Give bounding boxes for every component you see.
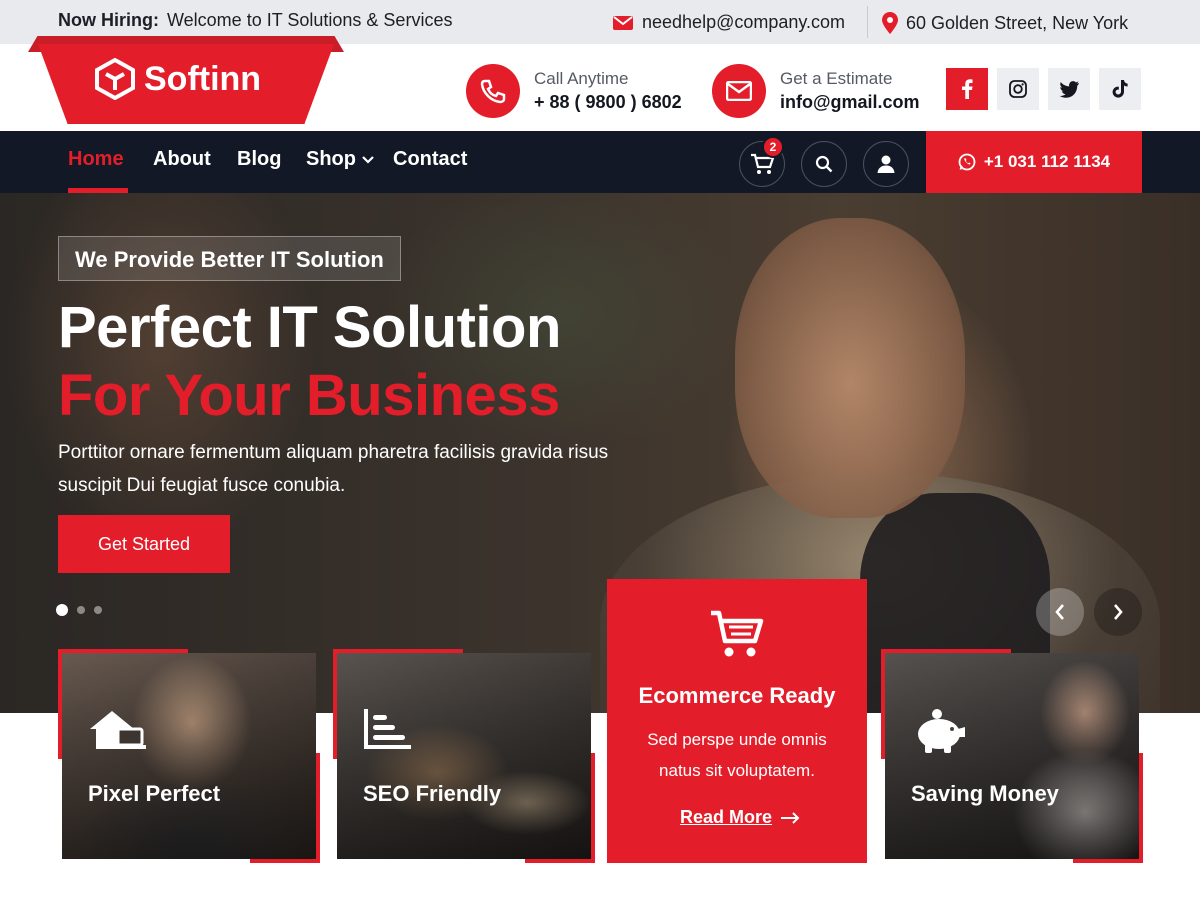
topbar-email-text: needhelp@company.com: [642, 12, 846, 32]
read-more-link[interactable]: Read More: [680, 807, 800, 828]
cart-button[interactable]: 2: [739, 136, 785, 187]
slider-dot-1[interactable]: [56, 604, 68, 616]
card-photo: [885, 653, 1139, 859]
house-devices-icon: [90, 711, 146, 749]
envelope-icon: [712, 64, 766, 118]
card-photo: [62, 653, 316, 859]
card-title: Pixel Perfect: [88, 781, 221, 806]
slider-prev-button[interactable]: [1036, 588, 1084, 636]
account-button[interactable]: [863, 141, 909, 187]
feature-card-ecommerce-ready[interactable]: Ecommerce Ready Sed perspe unde omnis na…: [607, 579, 867, 863]
hiring-notice: Now Hiring: Welcome to IT Solutions & Ser…: [58, 10, 452, 31]
cart-icon: [711, 610, 764, 657]
cart-count-badge: 2: [762, 136, 784, 158]
arrow-right-icon: [781, 811, 800, 824]
logo[interactable]: Softinn: [94, 58, 261, 100]
card-title: SEO Friendly: [363, 781, 502, 806]
chevron-right-icon: [1114, 604, 1123, 620]
envelope-icon: [613, 15, 633, 30]
get-estimate[interactable]: Get a Estimate info@gmail.com: [712, 64, 920, 118]
slider-dots: [56, 604, 111, 616]
hero-badge: We Provide Better IT Solution: [58, 236, 401, 281]
hero-person-head: [735, 218, 965, 518]
logo-text: Softinn: [144, 59, 262, 98]
facebook-icon: [962, 79, 973, 99]
whatsapp-phone-button[interactable]: +1 031 112 1134: [926, 131, 1142, 193]
twitter-icon: [1059, 80, 1079, 98]
slider-dot-2[interactable]: [77, 606, 85, 614]
header: Softinn Call Anytime + 88 ( 9800 ) 6802 …: [0, 36, 1200, 131]
estimate-label: Get a Estimate: [780, 69, 893, 88]
nav-blog[interactable]: Blog: [237, 148, 281, 171]
hiring-label: Now Hiring:: [58, 10, 159, 30]
card-photo: [337, 653, 591, 859]
card-description: Sed perspe unde omnis natus sit voluptat…: [647, 730, 827, 780]
instagram-icon: [1009, 80, 1027, 98]
facebook-button[interactable]: [946, 68, 988, 110]
call-label: Call Anytime: [534, 69, 629, 88]
slider-dot-3[interactable]: [94, 606, 102, 614]
chevron-left-icon: [1055, 604, 1064, 620]
topbar-divider: [867, 6, 868, 38]
hero-description: Porttitor ornare fermentum aliquam phare…: [58, 442, 609, 496]
main-nav: Home About Blog Shop Contact 2 +1 031 11…: [0, 131, 1200, 193]
hiring-text: Welcome to IT Solutions & Services: [167, 10, 453, 30]
piggy-bank-icon: [918, 709, 965, 753]
hero-title-line2: For Your Business: [58, 363, 560, 428]
chevron-down-icon: [362, 155, 374, 164]
call-anytime[interactable]: Call Anytime + 88 ( 9800 ) 6802: [466, 64, 682, 118]
nav-contact[interactable]: Contact: [393, 148, 467, 171]
estimate-value: info@gmail.com: [780, 92, 920, 112]
whatsapp-icon: [958, 153, 976, 171]
topbar-address: 60 Golden Street, New York: [882, 12, 1128, 34]
instagram-button[interactable]: [997, 68, 1039, 110]
get-started-button[interactable]: Get Started: [58, 515, 230, 573]
bar-chart-icon: [364, 709, 411, 749]
search-icon: [815, 155, 833, 173]
hero-title-line1: Perfect IT Solution: [58, 295, 561, 360]
nav-home[interactable]: Home: [68, 148, 124, 171]
tiktok-icon: [1112, 80, 1128, 98]
nav-active-indicator: [68, 188, 128, 193]
twitter-button[interactable]: [1048, 68, 1090, 110]
card-title: Ecommerce Ready: [638, 683, 836, 708]
page: Now Hiring: Welcome to IT Solutions & Ser…: [0, 0, 1200, 900]
feature-card-saving-money[interactable]: Saving Money: [881, 649, 1143, 863]
feature-card-pixel-perfect[interactable]: Pixel Perfect: [58, 649, 320, 863]
card-title: Saving Money: [911, 781, 1059, 806]
tiktok-button[interactable]: [1099, 68, 1141, 110]
whatsapp-phone-text: +1 031 112 1134: [983, 152, 1111, 171]
user-icon: [877, 155, 895, 173]
nav-shop-label: Shop: [306, 148, 356, 170]
logo-cube-icon: [95, 58, 135, 100]
nav-shop[interactable]: Shop: [306, 148, 375, 171]
phone-call-icon: [466, 64, 520, 118]
topbar-email[interactable]: needhelp@company.com: [612, 12, 845, 33]
slider-next-button[interactable]: [1094, 588, 1142, 636]
read-more-label: Read More: [680, 807, 773, 827]
call-value: + 88 ( 9800 ) 6802: [534, 92, 682, 112]
topbar-address-text: 60 Golden Street, New York: [906, 12, 1129, 33]
location-pin-icon: [882, 12, 898, 34]
nav-about[interactable]: About: [153, 148, 211, 171]
feature-card-seo-friendly[interactable]: SEO Friendly: [333, 649, 595, 863]
search-button[interactable]: [801, 141, 847, 187]
